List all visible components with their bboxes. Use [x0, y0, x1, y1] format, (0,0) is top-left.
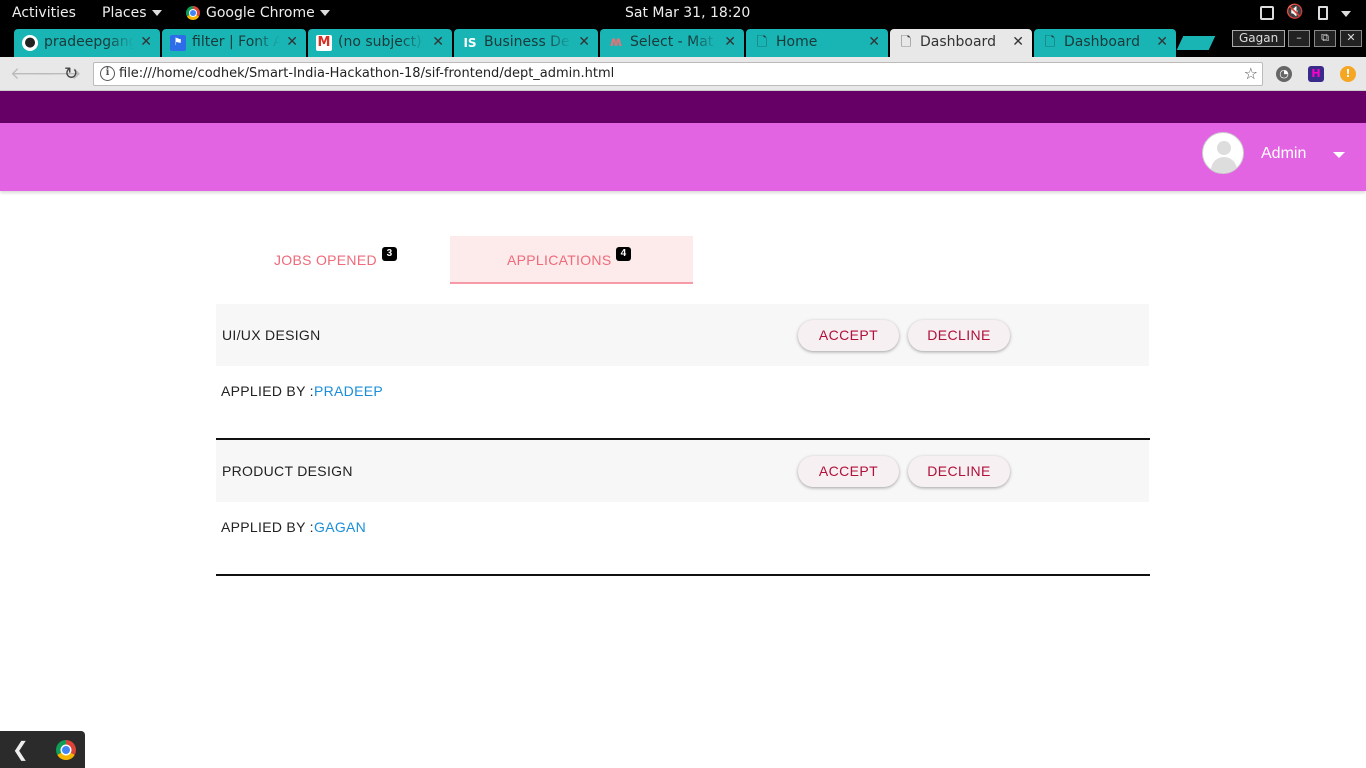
page-content: Admin JOBS OPENED 3 APPLICATIONS 4 UI/UX… [0, 91, 1366, 768]
avatar-body [1211, 157, 1237, 173]
close-icon[interactable]: ✕ [1156, 34, 1168, 50]
github-icon: ● [22, 35, 38, 51]
tab-jobs-opened[interactable]: JOBS OPENED 3 [216, 236, 450, 284]
tab-title: Home [776, 34, 818, 50]
browser-tab-active[interactable]: 🗋 Dashboard ✕ [890, 29, 1032, 57]
decline-button[interactable]: DECLINE [908, 320, 1010, 351]
application-row: UI/UX DESIGN ACCEPT DECLINE APPLIED BY :… [216, 304, 1150, 440]
accept-button[interactable]: ACCEPT [798, 456, 899, 487]
info-icon[interactable]: i [100, 66, 115, 81]
tab-label: APPLICATIONS [507, 252, 612, 268]
url-text: file:///home/codhek/Smart-India-Hackatho… [119, 66, 615, 81]
volume-muted-icon[interactable]: 🔇 [1286, 4, 1303, 20]
browser-tab[interactable]: ● pradeepgang ✕ [14, 29, 160, 57]
tab-title: pradeepgang [44, 34, 134, 50]
close-icon[interactable]: ✕ [868, 34, 880, 50]
close-icon[interactable]: ✕ [578, 34, 590, 50]
new-tab-button[interactable] [1176, 36, 1216, 50]
tab-title: (no subject) - [338, 34, 426, 50]
chrome-icon[interactable] [56, 740, 76, 760]
close-window-icon[interactable]: ✕ [1340, 30, 1362, 47]
reload-icon[interactable]: ↻ [64, 64, 78, 84]
places-label: Places [102, 5, 147, 21]
speedometer-extension-icon[interactable]: ◔ [1276, 66, 1292, 82]
flag-icon: ⚑ [170, 35, 186, 51]
app-menu[interactable]: Google Chrome [186, 0, 330, 27]
tab-title: Business De [484, 34, 570, 50]
dock: ❮ [0, 731, 85, 768]
system-top-bar: Activities Places Google Chrome Sat Mar … [0, 0, 1366, 27]
clock[interactable]: Sat Mar 31, 18:20 [625, 0, 750, 27]
address-bar[interactable]: i file:///home/codhek/Smart-India-Hackat… [93, 62, 1263, 86]
restore-icon[interactable]: ⧉ [1314, 30, 1336, 47]
close-icon[interactable]: ✕ [432, 34, 444, 50]
chevron-down-icon [151, 10, 162, 16]
places-menu[interactable]: Places [102, 0, 162, 27]
chevron-down-icon [319, 10, 330, 16]
page-icon: 🗋 [900, 35, 912, 50]
application-header: PRODUCT DESIGN ACCEPT DECLINE [216, 440, 1149, 502]
browser-tab[interactable]: 🗋 Home ✕ [746, 29, 888, 57]
count-badge: 3 [382, 247, 397, 261]
browser-tab[interactable]: ⚑ filter | Font A ✕ [162, 29, 306, 57]
browser-tab-strip: ● pradeepgang ✕ ⚑ filter | Font A ✕ M (n… [0, 27, 1366, 57]
decline-button[interactable]: DECLINE [908, 456, 1010, 487]
page-icon: 🗋 [756, 35, 768, 50]
count-badge: 4 [616, 247, 631, 261]
materialize-icon: ʍ [609, 35, 622, 50]
h-extension-icon[interactable]: H [1308, 66, 1324, 82]
window-icon[interactable] [1260, 6, 1274, 20]
gmail-icon: M [316, 35, 332, 51]
minimize-icon[interactable]: – [1288, 30, 1310, 47]
close-icon[interactable]: ✕ [140, 34, 152, 50]
activities-button[interactable]: Activities [12, 0, 76, 27]
browser-tab[interactable]: M (no subject) - ✕ [308, 29, 452, 57]
browser-toolbar: 🡐 🡒 ↻ i file:///home/codhek/Smart-India-… [0, 57, 1366, 91]
tab-applications[interactable]: APPLICATIONS 4 [450, 236, 693, 284]
battery-icon[interactable] [1318, 6, 1328, 20]
system-menu-chevron-icon[interactable] [1341, 11, 1351, 17]
avatar[interactable] [1202, 132, 1244, 174]
chrome-icon [186, 6, 200, 20]
accept-button[interactable]: ACCEPT [798, 320, 899, 351]
chevron-left-icon[interactable]: ❮ [12, 738, 29, 760]
is-logo-icon: IS [463, 36, 477, 50]
close-icon[interactable]: ✕ [1012, 34, 1024, 50]
app-menu-label: Google Chrome [206, 5, 315, 21]
application-header: UI/UX DESIGN ACCEPT DECLINE [216, 304, 1149, 366]
applied-by-label: APPLIED BY : [221, 383, 314, 399]
alert-extension-icon[interactable]: ! [1340, 66, 1356, 82]
application-row: PRODUCT DESIGN ACCEPT DECLINE APPLIED BY… [216, 440, 1150, 576]
tab-title: filter | Font A [192, 34, 280, 50]
applied-by-label: APPLIED BY : [221, 519, 314, 535]
job-title: UI/UX DESIGN [222, 327, 321, 343]
page-icon: 🗋 [1044, 35, 1056, 50]
tab-title: Dashboard [1064, 34, 1140, 50]
browser-tab[interactable]: ʍ Select - Mat ✕ [600, 29, 744, 57]
profile-button[interactable]: Gagan [1232, 30, 1286, 47]
close-icon[interactable]: ✕ [724, 34, 736, 50]
top-strip [0, 91, 1366, 123]
browser-tab[interactable]: 🗋 Dashboard ✕ [1034, 29, 1176, 57]
browser-tab[interactable]: IS Business De ✕ [454, 29, 598, 57]
app-header: Admin [0, 123, 1366, 191]
avatar-head [1217, 141, 1231, 155]
close-icon[interactable]: ✕ [286, 34, 298, 50]
applicant-link[interactable]: PRADEEP [314, 383, 383, 399]
tab-title: Dashboard [920, 34, 996, 50]
user-menu-chevron-icon[interactable] [1333, 152, 1345, 158]
job-title: PRODUCT DESIGN [222, 463, 353, 479]
bookmark-star-icon[interactable]: ☆ [1244, 64, 1258, 83]
tab-title: Select - Mat [630, 34, 714, 50]
user-name[interactable]: Admin [1261, 145, 1306, 163]
tab-label: JOBS OPENED [274, 252, 377, 268]
applicant-link[interactable]: GAGAN [314, 519, 366, 535]
